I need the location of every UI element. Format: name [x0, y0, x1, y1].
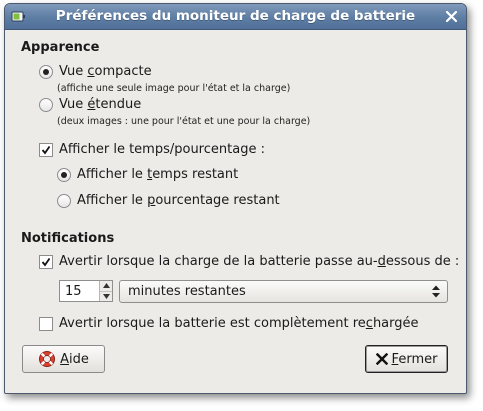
warn-low-checkbox[interactable]: Avertir lorsque la charge de la batterie…	[39, 254, 459, 269]
help-button-label: Aide	[60, 351, 89, 367]
spin-down-arrow-icon	[102, 293, 110, 299]
close-x-icon	[375, 353, 388, 365]
compact-view-radio[interactable]: Vue compacte	[39, 64, 152, 79]
title-bar[interactable]: Préférences du moniteur de charge de bat…	[5, 4, 466, 30]
threshold-spinbutton[interactable]: 15	[59, 280, 113, 302]
warn-low-label: Avertir lorsque la charge de la batterie…	[59, 254, 460, 269]
show-time-check-indicator[interactable]	[39, 142, 53, 157]
time-remaining-radio-indicator[interactable]	[57, 167, 71, 182]
percent-remaining-radio-indicator[interactable]	[57, 193, 71, 208]
combo-updown-arrows-icon	[432, 285, 440, 298]
preferences-dialog: Préférences du moniteur de charge de bat…	[4, 3, 467, 394]
threshold-value[interactable]: 15	[65, 284, 82, 299]
warn-low-check-indicator[interactable]	[39, 254, 53, 269]
window-menu-button[interactable]	[10, 8, 27, 25]
close-icon	[445, 10, 458, 23]
checkmark-icon	[41, 145, 51, 154]
help-lifebuoy-icon	[38, 350, 56, 368]
spin-down-button[interactable]	[100, 292, 112, 302]
percent-remaining-label: Afficher le pourcentage restant	[77, 193, 280, 208]
warn-full-checkbox[interactable]: Avertir lorsque la batterie est complète…	[39, 316, 419, 331]
show-time-label: Afficher le temps/pourcentage :	[59, 142, 265, 157]
extended-radio-indicator[interactable]	[39, 97, 53, 112]
warn-full-check-indicator[interactable]	[39, 316, 53, 331]
threshold-unit-combobox[interactable]: minutes restantes	[119, 280, 448, 303]
battery-icon	[11, 11, 25, 22]
window-close-button[interactable]	[443, 8, 460, 25]
compact-view-label: Vue compacte	[59, 64, 152, 79]
notifications-heading: Notifications	[21, 231, 115, 246]
checkmark-icon	[41, 257, 51, 266]
close-button[interactable]: Fermer	[365, 345, 448, 373]
time-remaining-radio[interactable]: Afficher le temps restant	[57, 167, 238, 182]
threshold-unit-selected: minutes restantes	[128, 284, 246, 299]
window-title: Préférences du moniteur de charge de bat…	[55, 8, 416, 24]
spin-up-button[interactable]	[100, 281, 112, 292]
apparence-heading: Apparence	[21, 40, 100, 55]
compact-view-description: (affiche une seule image pour l'état et …	[57, 83, 291, 94]
percent-remaining-radio[interactable]: Afficher le pourcentage restant	[57, 193, 280, 208]
extended-view-radio[interactable]: Vue étendue	[39, 97, 141, 112]
spin-up-arrow-icon	[102, 283, 110, 289]
time-remaining-label: Afficher le temps restant	[77, 167, 239, 182]
warn-full-label: Avertir lorsque la batterie est complète…	[59, 316, 419, 331]
show-time-checkbox[interactable]: Afficher le temps/pourcentage :	[39, 142, 265, 157]
extended-view-label: Vue étendue	[59, 97, 142, 112]
extended-view-description: (deux images : une pour l'état et une po…	[57, 116, 311, 127]
help-button[interactable]: Aide	[22, 345, 105, 373]
compact-radio-indicator[interactable]	[39, 64, 53, 79]
close-button-label: Fermer	[391, 351, 438, 367]
